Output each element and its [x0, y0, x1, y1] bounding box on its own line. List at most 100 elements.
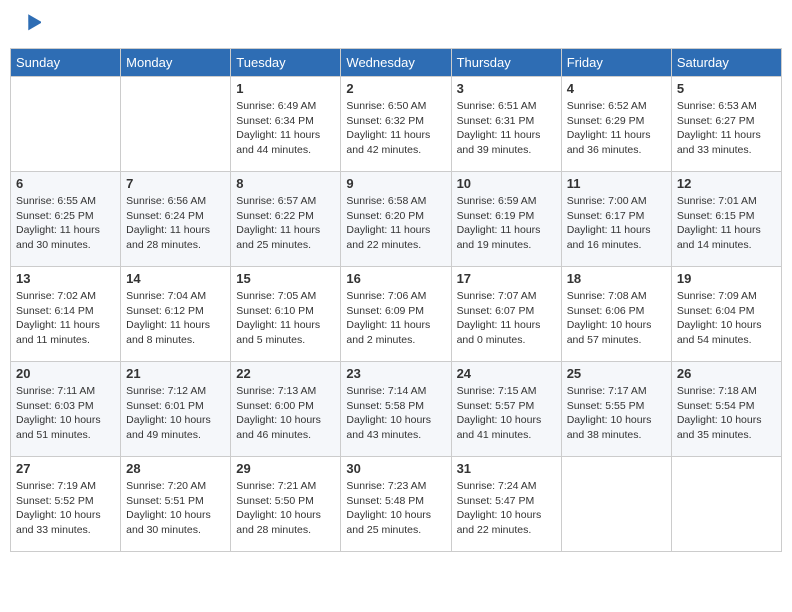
day-number: 2 — [346, 81, 445, 96]
day-number: 21 — [126, 366, 225, 381]
calendar-cell: 23 Sunrise: 7:14 AM Sunset: 5:58 PM Dayli… — [341, 362, 451, 457]
calendar-cell — [11, 77, 121, 172]
day-detail: Sunrise: 6:52 AM Sunset: 6:29 PM Dayligh… — [567, 99, 666, 158]
calendar-cell: 26 Sunrise: 7:18 AM Sunset: 5:54 PM Dayli… — [671, 362, 781, 457]
calendar-header-saturday: Saturday — [671, 49, 781, 77]
calendar-cell: 25 Sunrise: 7:17 AM Sunset: 5:55 PM Dayli… — [561, 362, 671, 457]
day-detail: Sunrise: 7:12 AM Sunset: 6:01 PM Dayligh… — [126, 384, 225, 443]
day-detail: Sunrise: 6:56 AM Sunset: 6:24 PM Dayligh… — [126, 194, 225, 253]
logo — [20, 15, 41, 33]
day-detail: Sunrise: 7:21 AM Sunset: 5:50 PM Dayligh… — [236, 479, 335, 538]
day-detail: Sunrise: 7:01 AM Sunset: 6:15 PM Dayligh… — [677, 194, 776, 253]
day-number: 1 — [236, 81, 335, 96]
calendar-cell: 13 Sunrise: 7:02 AM Sunset: 6:14 PM Dayli… — [11, 267, 121, 362]
calendar-cell: 10Sunrise: 6:59 AM Sunset: 6:19 PM Dayli… — [451, 172, 561, 267]
day-number: 4 — [567, 81, 666, 96]
day-detail: Sunrise: 7:04 AM Sunset: 6:12 PM Dayligh… — [126, 289, 225, 348]
day-detail: Sunrise: 7:02 AM Sunset: 6:14 PM Dayligh… — [16, 289, 115, 348]
day-detail: Sunrise: 7:00 AM Sunset: 6:17 PM Dayligh… — [567, 194, 666, 253]
day-number: 10 — [457, 176, 556, 191]
day-detail: Sunrise: 7:06 AM Sunset: 6:09 PM Dayligh… — [346, 289, 445, 348]
day-number: 27 — [16, 461, 115, 476]
day-detail: Sunrise: 7:19 AM Sunset: 5:52 PM Dayligh… — [16, 479, 115, 538]
day-number: 8 — [236, 176, 335, 191]
day-number: 3 — [457, 81, 556, 96]
calendar-cell: 20 Sunrise: 7:11 AM Sunset: 6:03 PM Dayli… — [11, 362, 121, 457]
day-number: 20 — [16, 366, 115, 381]
calendar-cell: 3Sunrise: 6:51 AM Sunset: 6:31 PM Daylig… — [451, 77, 561, 172]
calendar-cell: 12 Sunrise: 7:01 AM Sunset: 6:15 PM Dayli… — [671, 172, 781, 267]
calendar-cell: 28 Sunrise: 7:20 AM Sunset: 5:51 PM Dayli… — [121, 457, 231, 552]
calendar-cell — [121, 77, 231, 172]
calendar-week-1: 1 Sunrise: 6:49 AM Sunset: 6:34 PM Daylig… — [11, 77, 782, 172]
calendar-week-5: 27 Sunrise: 7:19 AM Sunset: 5:52 PM Dayli… — [11, 457, 782, 552]
day-number: 7 — [126, 176, 225, 191]
day-number: 25 — [567, 366, 666, 381]
calendar-header-sunday: Sunday — [11, 49, 121, 77]
day-number: 12 — [677, 176, 776, 191]
calendar-cell: 8 Sunrise: 6:57 AM Sunset: 6:22 PM Daylig… — [231, 172, 341, 267]
day-number: 11 — [567, 176, 666, 191]
calendar-table: SundayMondayTuesdayWednesdayThursdayFrid… — [10, 48, 782, 552]
calendar-header-row: SundayMondayTuesdayWednesdayThursdayFrid… — [11, 49, 782, 77]
calendar-cell: 22Sunrise: 7:13 AM Sunset: 6:00 PM Dayli… — [231, 362, 341, 457]
calendar-cell: 19 Sunrise: 7:09 AM Sunset: 6:04 PM Dayli… — [671, 267, 781, 362]
day-number: 18 — [567, 271, 666, 286]
day-number: 30 — [346, 461, 445, 476]
day-number: 31 — [457, 461, 556, 476]
calendar-cell: 27 Sunrise: 7:19 AM Sunset: 5:52 PM Dayli… — [11, 457, 121, 552]
day-detail: Sunrise: 6:57 AM Sunset: 6:22 PM Dayligh… — [236, 194, 335, 253]
day-detail: Sunrise: 7:08 AM Sunset: 6:06 PM Dayligh… — [567, 289, 666, 348]
calendar-week-4: 20 Sunrise: 7:11 AM Sunset: 6:03 PM Dayli… — [11, 362, 782, 457]
day-detail: Sunrise: 7:09 AM Sunset: 6:04 PM Dayligh… — [677, 289, 776, 348]
day-number: 17 — [457, 271, 556, 286]
calendar-cell: 9Sunrise: 6:58 AM Sunset: 6:20 PM Daylig… — [341, 172, 451, 267]
calendar-cell: 18 Sunrise: 7:08 AM Sunset: 6:06 PM Dayli… — [561, 267, 671, 362]
calendar-cell: 16 Sunrise: 7:06 AM Sunset: 6:09 PM Dayli… — [341, 267, 451, 362]
day-detail: Sunrise: 7:17 AM Sunset: 5:55 PM Dayligh… — [567, 384, 666, 443]
calendar-cell: 6 Sunrise: 6:55 AM Sunset: 6:25 PM Daylig… — [11, 172, 121, 267]
day-detail: Sunrise: 6:50 AM Sunset: 6:32 PM Dayligh… — [346, 99, 445, 158]
day-detail: Sunrise: 7:20 AM Sunset: 5:51 PM Dayligh… — [126, 479, 225, 538]
calendar-header-monday: Monday — [121, 49, 231, 77]
calendar-header-tuesday: Tuesday — [231, 49, 341, 77]
day-number: 5 — [677, 81, 776, 96]
day-detail: Sunrise: 7:23 AM Sunset: 5:48 PM Dayligh… — [346, 479, 445, 538]
day-detail: Sunrise: 7:18 AM Sunset: 5:54 PM Dayligh… — [677, 384, 776, 443]
day-number: 29 — [236, 461, 335, 476]
day-number: 23 — [346, 366, 445, 381]
day-detail: Sunrise: 6:55 AM Sunset: 6:25 PM Dayligh… — [16, 194, 115, 253]
day-detail: Sunrise: 7:24 AM Sunset: 5:47 PM Dayligh… — [457, 479, 556, 538]
day-number: 24 — [457, 366, 556, 381]
calendar-header-friday: Friday — [561, 49, 671, 77]
calendar-cell: 17 Sunrise: 7:07 AM Sunset: 6:07 PM Dayli… — [451, 267, 561, 362]
calendar-cell: 4 Sunrise: 6:52 AM Sunset: 6:29 PM Daylig… — [561, 77, 671, 172]
day-detail: Sunrise: 7:11 AM Sunset: 6:03 PM Dayligh… — [16, 384, 115, 443]
calendar-cell: 2 Sunrise: 6:50 AM Sunset: 6:32 PM Daylig… — [341, 77, 451, 172]
calendar-body: 1 Sunrise: 6:49 AM Sunset: 6:34 PM Daylig… — [11, 77, 782, 552]
day-number: 14 — [126, 271, 225, 286]
day-number: 26 — [677, 366, 776, 381]
day-detail: Sunrise: 7:13 AM Sunset: 6:00 PM Dayligh… — [236, 384, 335, 443]
day-detail: Sunrise: 6:58 AM Sunset: 6:20 PM Dayligh… — [346, 194, 445, 253]
day-number: 13 — [16, 271, 115, 286]
calendar-cell: 21 Sunrise: 7:12 AM Sunset: 6:01 PM Dayli… — [121, 362, 231, 457]
day-detail: Sunrise: 7:07 AM Sunset: 6:07 PM Dayligh… — [457, 289, 556, 348]
calendar-cell: 5Sunrise: 6:53 AM Sunset: 6:27 PM Daylig… — [671, 77, 781, 172]
day-number: 28 — [126, 461, 225, 476]
calendar-cell: 1 Sunrise: 6:49 AM Sunset: 6:34 PM Daylig… — [231, 77, 341, 172]
calendar-header-thursday: Thursday — [451, 49, 561, 77]
calendar-cell: 7 Sunrise: 6:56 AM Sunset: 6:24 PM Daylig… — [121, 172, 231, 267]
calendar-cell: 15 Sunrise: 7:05 AM Sunset: 6:10 PM Dayli… — [231, 267, 341, 362]
day-number: 19 — [677, 271, 776, 286]
page-header — [10, 10, 782, 38]
day-number: 6 — [16, 176, 115, 191]
day-number: 16 — [346, 271, 445, 286]
day-detail: Sunrise: 7:14 AM Sunset: 5:58 PM Dayligh… — [346, 384, 445, 443]
day-detail: Sunrise: 6:49 AM Sunset: 6:34 PM Dayligh… — [236, 99, 335, 158]
calendar-cell: 30 Sunrise: 7:23 AM Sunset: 5:48 PM Dayli… — [341, 457, 451, 552]
day-detail: Sunrise: 7:05 AM Sunset: 6:10 PM Dayligh… — [236, 289, 335, 348]
calendar-cell: 31 Sunrise: 7:24 AM Sunset: 5:47 PM Dayli… — [451, 457, 561, 552]
calendar-cell — [561, 457, 671, 552]
day-number: 15 — [236, 271, 335, 286]
